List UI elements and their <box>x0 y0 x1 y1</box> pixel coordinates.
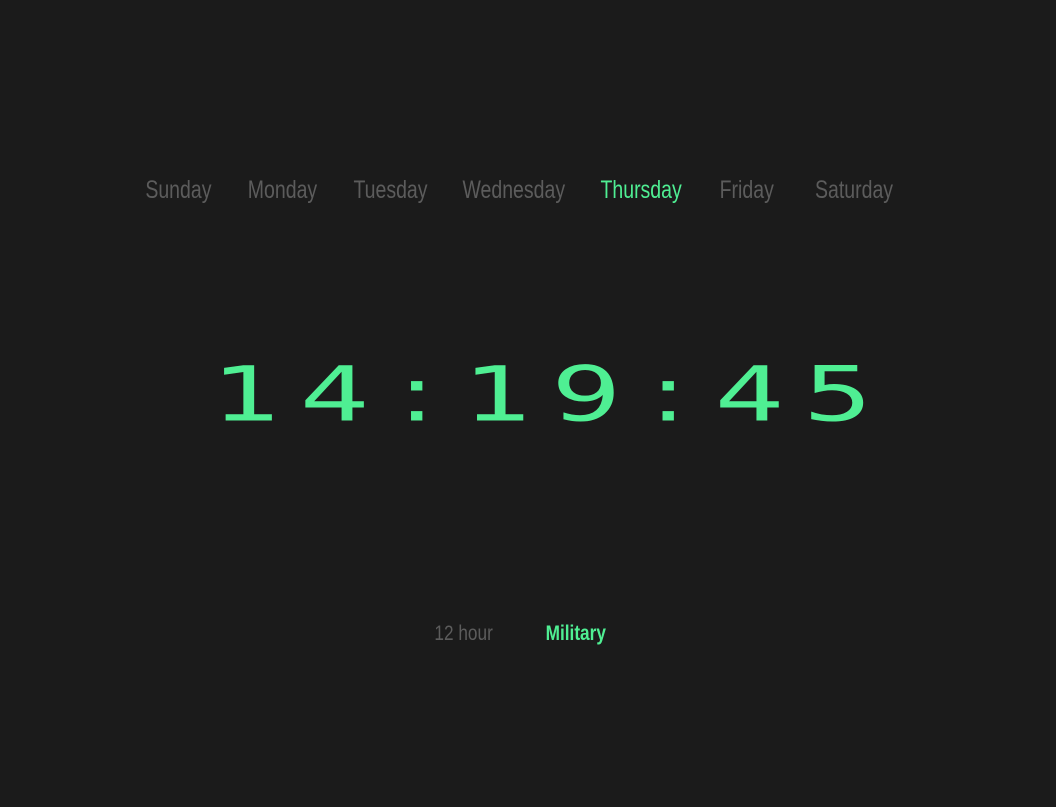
clock-separator: : <box>649 351 705 439</box>
day-slot-wednesday: Wednesday <box>446 168 582 212</box>
day-slot-monday: Monday <box>230 168 334 212</box>
day-sunday[interactable]: Sunday <box>142 176 214 205</box>
day-slot-saturday: Saturday <box>794 168 914 212</box>
day-slot-sunday: Sunday <box>126 168 230 212</box>
day-friday[interactable]: Friday <box>717 176 777 205</box>
digital-clock: 14:19:45 <box>212 340 873 450</box>
mode-military[interactable]: Military <box>545 622 605 646</box>
clock-seconds: 45 <box>714 351 891 439</box>
day-thursday[interactable]: Thursday <box>597 176 685 205</box>
clock-separator: : <box>398 351 454 439</box>
weekday-selector: Sunday Monday Tuesday Wednesday Thursday… <box>0 168 1040 212</box>
clock-hours: 14 <box>212 351 388 439</box>
day-wednesday[interactable]: Wednesday <box>460 176 569 205</box>
day-slot-thursday: Thursday <box>582 168 700 212</box>
day-saturday[interactable]: Saturday <box>812 176 896 205</box>
mode-12-hour[interactable]: 12 hour <box>434 622 492 646</box>
day-slot-tuesday: Tuesday <box>334 168 446 212</box>
day-slot-friday: Friday <box>700 168 794 212</box>
day-monday[interactable]: Monday <box>244 176 320 205</box>
clock-digits: 14:19:45 <box>212 357 891 433</box>
day-tuesday[interactable]: Tuesday <box>350 176 430 205</box>
format-toggle: 12 hour Military <box>0 622 1040 646</box>
clock-minutes: 19 <box>463 351 640 439</box>
